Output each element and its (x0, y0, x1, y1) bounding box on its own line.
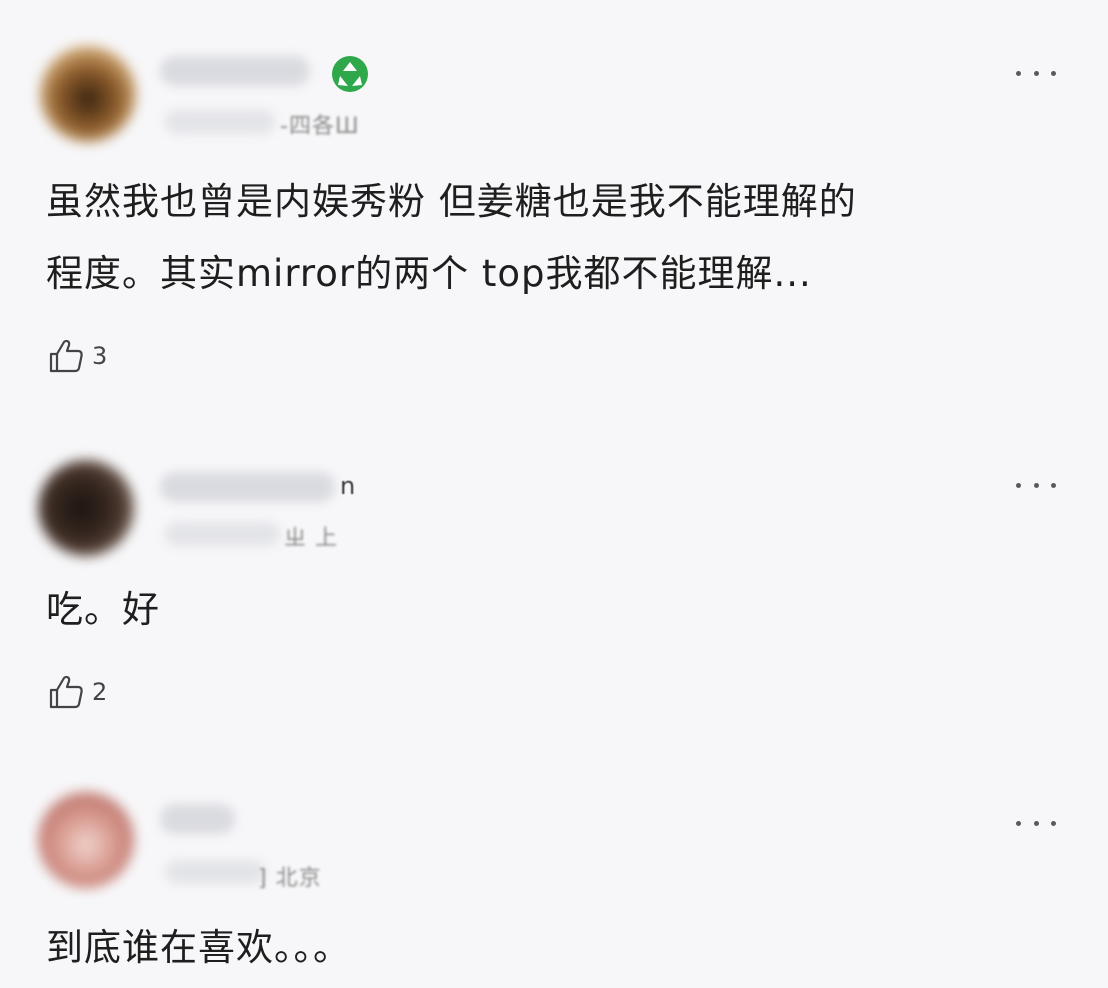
avatar[interactable] (40, 46, 136, 142)
comment-text-line-1: 吃。好 (46, 588, 160, 631)
comment-item-3: ] 北京 到底谁在喜欢。。。 (0, 780, 1108, 988)
like-count: 2 (92, 678, 108, 706)
user-meta-blurred (165, 110, 275, 134)
thumbs-up-icon (49, 339, 83, 373)
ip-location: -四各Ш (280, 114, 360, 139)
ip-location: ] 北京 (258, 866, 322, 891)
comment-text-line-1: 到底谁在喜欢。。。 (46, 926, 351, 969)
comment-item-1: -四各Ш 虽然我也曾是内娱秀粉 但姜糖也是我不能理解的 程度。其实mirror的… (0, 0, 1108, 420)
username-blurred[interactable] (160, 804, 235, 834)
comment-text-line-2: 程度。其实mirror的两个 top我都不能理解... (46, 252, 812, 295)
like-button[interactable]: 2 (46, 672, 107, 712)
username-blurred[interactable] (160, 472, 335, 502)
username-suffix: n (340, 472, 356, 500)
comment-text-line-1: 虽然我也曾是内娱秀粉 但姜糖也是我不能理解的 (46, 180, 857, 223)
more-dots-icon[interactable] (1016, 68, 1056, 78)
user-meta-blurred (165, 522, 280, 546)
recycle-badge-icon (332, 56, 368, 92)
avatar[interactable] (38, 460, 134, 556)
user-meta-blurred (165, 860, 265, 884)
thumbs-up-icon (49, 675, 83, 709)
like-count: 3 (92, 342, 108, 370)
comment-item-2: n ㄓ 上 吃。好 2 (0, 440, 1108, 740)
avatar[interactable] (38, 792, 134, 888)
more-dots-icon[interactable] (1016, 480, 1056, 490)
more-dots-icon[interactable] (1016, 818, 1056, 828)
like-button[interactable]: 3 (46, 336, 107, 376)
ip-location: ㄓ 上 (284, 526, 338, 551)
username-blurred[interactable] (160, 56, 310, 86)
